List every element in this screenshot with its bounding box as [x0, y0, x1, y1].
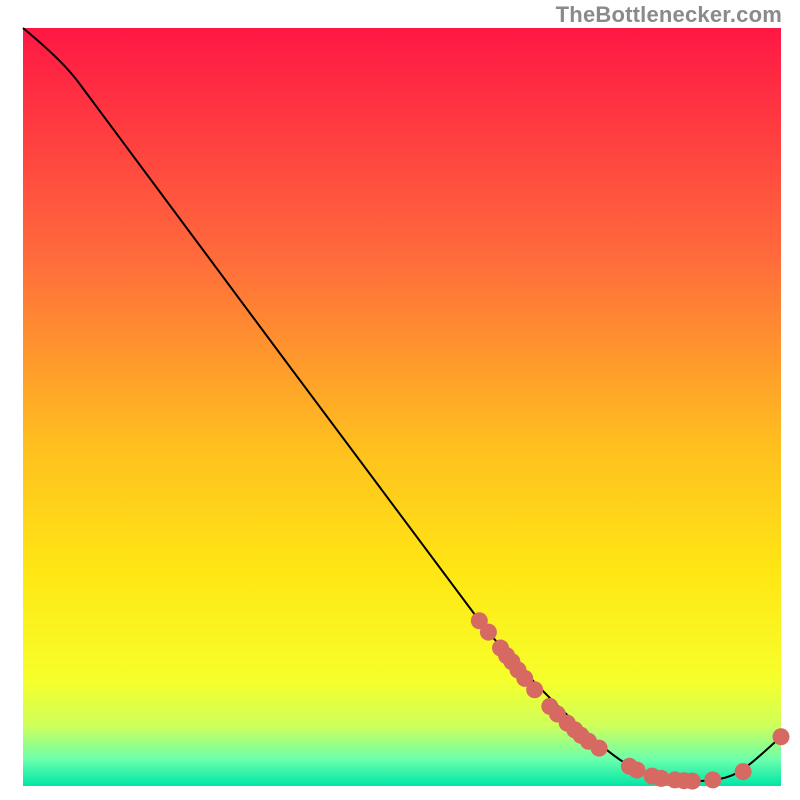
curve-marker: [704, 771, 721, 788]
watermark-text: TheBottlenecker.com: [556, 2, 782, 28]
curve-marker: [735, 763, 752, 780]
curve-marker: [480, 624, 497, 641]
curve-marker: [591, 740, 608, 757]
curve-marker: [684, 773, 701, 790]
curve-marker: [628, 762, 645, 779]
chart-svg: [0, 0, 800, 800]
gradient-background: [23, 28, 781, 786]
curve-marker: [773, 728, 790, 745]
chart-stage: TheBottlenecker.com: [0, 0, 800, 800]
curve-marker: [526, 681, 543, 698]
